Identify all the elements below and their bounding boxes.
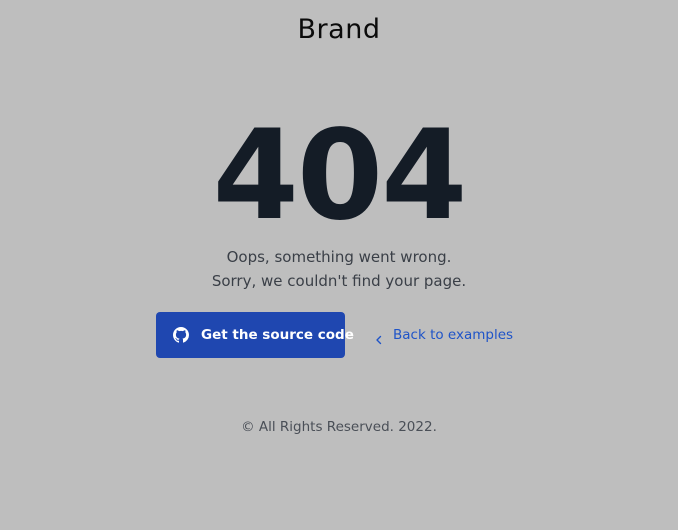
get-source-code-button[interactable]: Get the source code [156, 312, 354, 358]
back-to-examples-link[interactable]: Back to examples [366, 312, 521, 358]
error-code: 404 [212, 104, 468, 248]
footer-copyright: © All Rights Reserved. 2022. [241, 419, 437, 435]
chevron-left-icon [374, 330, 384, 345]
brand-logo[interactable]: Brand [0, 14, 678, 45]
back-to-examples-label: Back to examples [393, 327, 514, 343]
github-icon [173, 327, 189, 343]
error-message-line2: Sorry, we couldn't find your page. [211, 272, 467, 290]
error-message-line1: Oops, something went wrong. [226, 248, 452, 266]
get-source-code-label: Get the source code [201, 327, 354, 343]
